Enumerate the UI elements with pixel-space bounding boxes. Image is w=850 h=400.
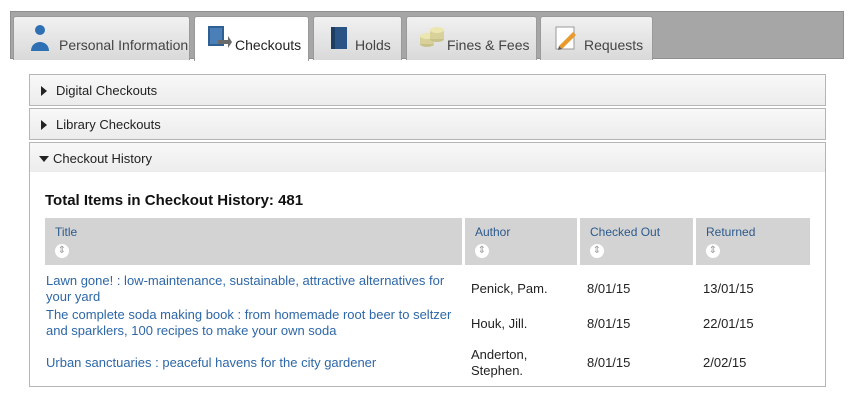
section-checkout-history[interactable]: Checkout History: [29, 142, 826, 174]
checkout-book-icon: [206, 24, 232, 52]
table-row-author: Houk, Jill.: [471, 316, 528, 331]
caret-right-icon: [41, 120, 47, 130]
tab-fines-fees[interactable]: Fines & Fees: [406, 16, 537, 60]
column-header-checked-out[interactable]: Checked Out ⇕: [580, 218, 693, 265]
column-header-title[interactable]: Title ⇕: [45, 218, 462, 265]
table-row-title: Lawn gone! : low-maintenance, sustainabl…: [46, 273, 456, 305]
checkout-history-panel: Total Items in Checkout History: 481 Tit…: [29, 172, 826, 387]
tab-label: Holds: [355, 37, 391, 53]
coins-icon: [419, 24, 444, 52]
tab-requests[interactable]: Requests: [540, 16, 653, 60]
tab-checkouts[interactable]: Checkouts: [194, 16, 309, 61]
title-link[interactable]: Urban sanctuaries : peaceful havens for …: [46, 355, 376, 370]
caret-down-icon: [39, 156, 49, 162]
section-label: Library Checkouts: [56, 117, 161, 132]
table-row-title: The complete soda making book : from hom…: [46, 307, 456, 339]
table-row-author: Penick, Pam.: [471, 281, 548, 296]
tab-label: Checkouts: [235, 37, 302, 53]
column-header-label: Title: [55, 225, 78, 239]
table-row-checked-out: 8/01/15: [587, 281, 631, 296]
section-digital-checkouts[interactable]: Digital Checkouts: [29, 74, 826, 106]
column-header-returned[interactable]: Returned ⇕: [696, 218, 810, 265]
tab-bar: Personal Information Checkouts Holds Fin…: [10, 11, 844, 61]
sort-icon[interactable]: ⇕: [590, 244, 604, 258]
section-label: Checkout History: [53, 151, 152, 166]
book-icon: [327, 24, 351, 52]
table-row-returned: 13/01/15: [703, 281, 754, 296]
total-items-heading: Total Items in Checkout History: 481: [45, 192, 304, 209]
tab-label: Fines & Fees: [447, 37, 530, 53]
sort-icon[interactable]: ⇕: [475, 244, 489, 258]
caret-right-icon: [41, 86, 47, 96]
title-link[interactable]: The complete soda making book : from hom…: [46, 307, 451, 338]
title-link[interactable]: Lawn gone! : low-maintenance, sustainabl…: [46, 273, 444, 304]
column-header-author[interactable]: Author ⇕: [465, 218, 577, 265]
tab-label: Requests: [584, 37, 644, 53]
tab-holds[interactable]: Holds: [313, 16, 402, 60]
table-row-returned: 2/02/15: [703, 355, 747, 370]
section-label: Digital Checkouts: [56, 83, 158, 98]
column-header-label: Checked Out: [590, 225, 661, 239]
table-row-checked-out: 8/01/15: [587, 355, 631, 370]
column-header-label: Author: [475, 225, 511, 239]
table-row-title: Urban sanctuaries : peaceful havens for …: [46, 355, 456, 371]
column-header-label: Returned: [706, 225, 756, 239]
table-row-checked-out: 8/01/15: [587, 316, 631, 331]
person-icon: [28, 24, 52, 52]
section-library-checkouts[interactable]: Library Checkouts: [29, 108, 826, 140]
table-row-author: Anderton, Stephen.: [471, 347, 528, 378]
sort-icon[interactable]: ⇕: [55, 244, 69, 258]
pencil-paper-icon: [553, 24, 577, 52]
table-row-returned: 22/01/15: [703, 316, 754, 331]
tab-personal-information[interactable]: Personal Information: [13, 16, 190, 60]
sort-icon[interactable]: ⇕: [706, 244, 720, 258]
tab-label: Personal Information: [59, 37, 189, 53]
